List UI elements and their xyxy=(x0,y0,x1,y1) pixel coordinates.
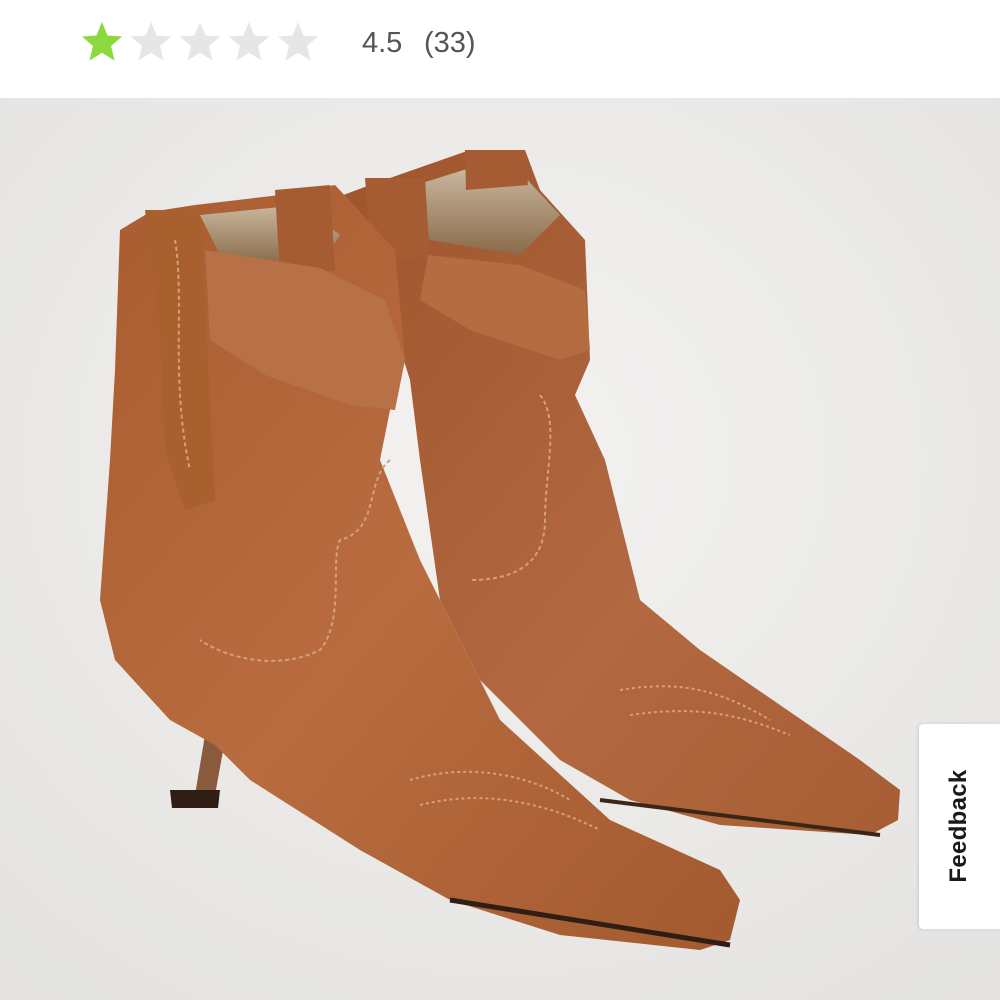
star-icon xyxy=(229,22,269,61)
feedback-label: Feedback xyxy=(945,769,972,883)
star-rating[interactable] xyxy=(80,20,325,64)
star-rating-graphic xyxy=(82,22,318,61)
rating-bar: 4.5 (33) xyxy=(0,0,1000,98)
suede-ankle-boots-image xyxy=(0,98,1000,1000)
star-icon xyxy=(278,22,318,61)
feedback-tab[interactable]: Feedback xyxy=(919,724,1000,929)
product-image[interactable] xyxy=(0,98,1000,1000)
star-icon xyxy=(131,22,171,61)
star-icon xyxy=(82,22,122,61)
star-icon xyxy=(180,22,220,61)
rating-value: 4.5 xyxy=(362,27,403,59)
review-count[interactable]: (33) xyxy=(424,25,476,61)
